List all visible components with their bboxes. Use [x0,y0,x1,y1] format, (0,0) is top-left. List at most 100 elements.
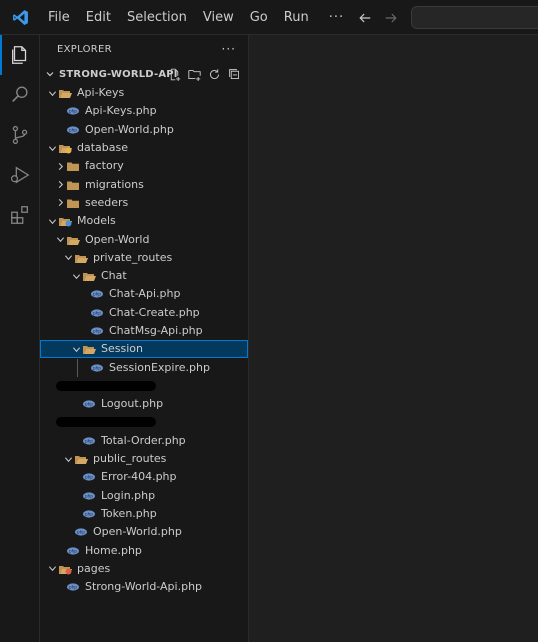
tree-item-label: Models [77,214,116,228]
tree-folder-row[interactable]: pages [40,560,248,578]
tree-folder-row[interactable]: Api-Keys [40,84,248,102]
tree-folder-row[interactable]: Open-World [40,230,248,248]
redacted-scribble [56,417,156,428]
chevron-placeholder [70,471,82,483]
php-file-icon: php [74,526,88,538]
chevron-placeholder [78,307,90,319]
php-file-icon: php [82,398,96,410]
tree-file-row[interactable]: php Api-Keys.php [40,102,248,120]
arrow-left-icon[interactable] [352,0,378,35]
chevron-placeholder [78,325,90,337]
vscode-logo-icon [0,0,40,35]
svg-text:php: php [85,512,93,517]
svg-text:php: php [77,530,85,535]
arrow-right-icon[interactable] [378,0,404,35]
svg-text:php: php [85,493,93,498]
tree-file-row[interactable]: php Chat-Api.php [40,285,248,303]
chevron-down-icon [70,270,82,282]
tree-item-label: Chat-Create.php [109,305,200,319]
tree-file-row[interactable]: php Login.php [40,487,248,505]
chevron-placeholder [62,526,74,538]
svg-text:php: php [85,438,93,443]
folder-icon [66,197,80,209]
menu-more[interactable]: ··· [317,0,356,35]
refresh-icon[interactable] [206,66,222,82]
tree-folder-row[interactable]: factory [40,157,248,175]
folder-open-icon [66,234,80,246]
menu-view[interactable]: View [195,0,242,35]
folder-icon [66,179,80,191]
tree-item-label: Api-Keys [77,86,125,100]
tree-folder-row[interactable]: database [40,139,248,157]
explorer-more-button[interactable]: ··· [222,42,236,56]
tree-item-label: Total-Order.php [101,433,186,447]
command-center-search[interactable] [411,6,538,29]
chevron-down-icon [46,563,58,575]
php-file-icon: php [82,435,96,447]
tree-folder-row[interactable]: Session [40,340,248,359]
collapse-all-icon[interactable] [226,66,242,82]
indent-guide [77,358,78,377]
tree-item-label: pages [77,561,111,575]
chevron-placeholder [54,124,66,136]
tree-file-row[interactable]: php Home.php [40,541,248,559]
menu-selection[interactable]: Selection [119,0,195,35]
svg-text:php: php [69,548,77,553]
tree-item-label: seeders [85,195,129,209]
explorer-sidebar: EXPLORER ··· STRONG-WORLD-API Api-Keys ph… [40,35,249,642]
tree-item-label: SessionExpire.php [109,360,210,374]
tree-file-row[interactable]: php Token.php [40,505,248,523]
editor-area[interactable] [250,35,538,642]
tree-folder-row[interactable]: seeders [40,194,248,212]
tree-folder-row[interactable]: Chat [40,267,248,285]
workspace-section-header[interactable]: STRONG-WORLD-API [40,64,248,84]
search-icon[interactable] [0,75,40,115]
tree-row-redacted[interactable] [40,413,248,431]
tree-file-row[interactable]: php Logout.php [40,395,248,413]
new-folder-icon[interactable] [186,66,202,82]
chevron-placeholder [54,581,66,593]
tree-file-row[interactable]: php Strong-World-Api.php [40,578,248,596]
chevron-down-icon [46,215,58,227]
explorer-title: EXPLORER [57,43,112,55]
chevron-placeholder [70,508,82,520]
tree-file-row[interactable]: php Total-Order.php [40,432,248,450]
tree-file-row[interactable]: php Open-World.php [40,121,248,139]
chevron-placeholder [54,105,66,117]
tree-file-row[interactable]: php Open-World.php [40,523,248,541]
tree-row-redacted[interactable] [40,377,248,395]
extensions-icon[interactable] [0,195,40,235]
svg-text:php: php [93,292,101,297]
tree-item-label: Session [101,342,143,356]
tree-item-label: Logout.php [101,397,164,411]
menu-file[interactable]: File [40,0,78,35]
chevron-placeholder [78,362,90,374]
folder-open-icon [82,343,96,355]
title-bar: File Edit Selection View Go Run ··· [0,0,538,35]
source-control-icon[interactable] [0,115,40,155]
tree-item-label: Open-World.php [93,525,182,539]
chevron-down-icon [43,69,57,79]
workspace-title: STRONG-WORLD-API [59,68,178,80]
svg-text:php: php [93,329,101,334]
chevron-down-icon [54,234,66,246]
tree-item-label: Open-World.php [85,122,174,136]
tree-file-row[interactable]: php Error-404.php [40,468,248,486]
tree-folder-row[interactable]: migrations [40,175,248,193]
svg-text:php: php [93,365,101,370]
tree-file-row[interactable]: php SessionExpire.php [40,358,248,376]
chevron-down-icon [46,142,58,154]
files-icon[interactable] [0,35,40,75]
tree-file-row[interactable]: php ChatMsg-Api.php [40,322,248,340]
tree-folder-row[interactable]: private_routes [40,249,248,267]
tree-folder-row[interactable]: public_routes [40,450,248,468]
new-file-icon[interactable] [166,66,182,82]
tree-file-row[interactable]: php Chat-Create.php [40,304,248,322]
tree-folder-row[interactable]: Models [40,212,248,230]
run-debug-icon[interactable] [0,155,40,195]
menu-go[interactable]: Go [242,0,276,35]
folder-icon [66,160,80,172]
menu-run[interactable]: Run [276,0,317,35]
menu-edit[interactable]: Edit [78,0,119,35]
chevron-right-icon [54,160,66,172]
